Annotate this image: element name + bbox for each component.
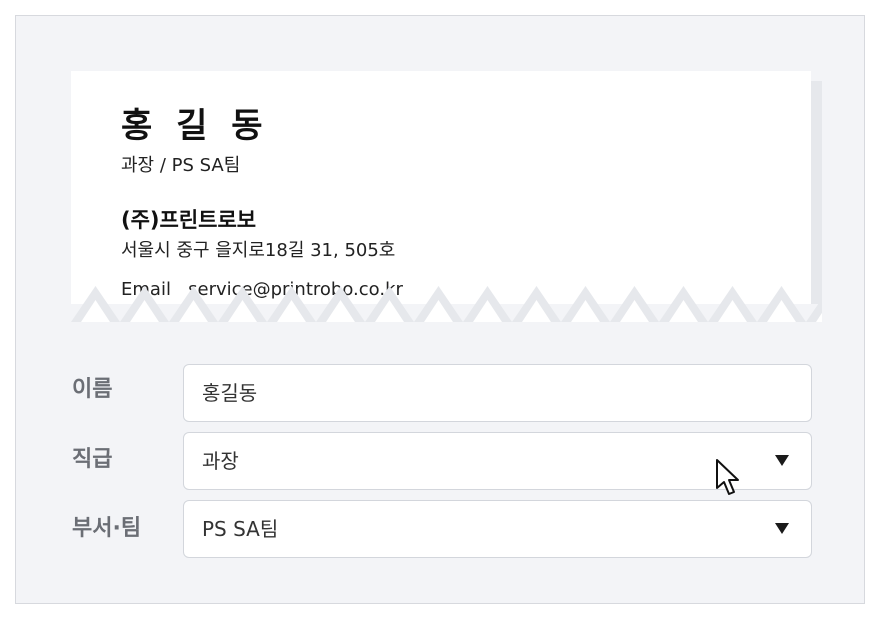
mouse-pointer-icon	[716, 459, 739, 495]
name-input-value: 홍길동	[202, 381, 258, 405]
chevron-down-icon	[775, 523, 789, 534]
dept-select-value: PS SA팀	[202, 517, 279, 541]
rank-select-value: 과장	[202, 449, 239, 473]
card-address: 서울시 중구 을지로18길 31, 505호	[121, 240, 396, 261]
rank-label: 직급	[72, 447, 113, 472]
card-company: (주)프린트로보	[121, 208, 257, 232]
dept-select[interactable]: PS SA팀	[183, 500, 812, 558]
dept-label: 부서·팀	[72, 516, 142, 541]
card-title: 과장 / PS SA팀	[121, 155, 241, 176]
card-name: 홍 길 동	[121, 106, 269, 146]
name-label: 이름	[72, 377, 113, 402]
card-torn-edge	[71, 286, 822, 322]
name-input[interactable]: 홍길동	[183, 364, 812, 422]
chevron-down-icon	[775, 455, 789, 466]
